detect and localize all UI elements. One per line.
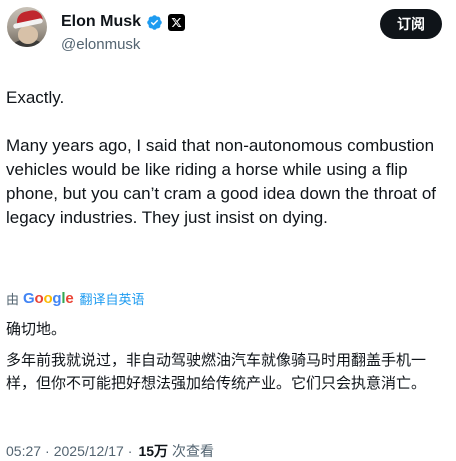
- tweet-meta: 05:27 · 2025/12/17 · 15万 次查看: [6, 442, 214, 460]
- tweet-paragraph: Many years ago, I said that non-autonomo…: [6, 136, 437, 227]
- user-handle[interactable]: @elonmusk: [61, 36, 140, 53]
- translated-paragraph: 确切地。: [6, 320, 67, 338]
- translation-attribution: 由 Google 翻译自英语: [6, 289, 145, 307]
- tweet-paragraph: Exactly.: [6, 88, 65, 107]
- post-time[interactable]: 05:27: [6, 443, 41, 459]
- views-count[interactable]: 15万: [138, 441, 168, 461]
- translated-paragraph: 多年前我就说过，非自动驾驶燃油汽车就像骑马时用翻盖手机一样，但你不可能把好想法强…: [6, 351, 427, 392]
- tweet-body: Exactly. Many years ago, I said that non…: [6, 86, 444, 230]
- avatar[interactable]: [7, 7, 47, 47]
- subscribe-button[interactable]: 订阅: [380, 9, 442, 39]
- translated-by-label: 由: [6, 291, 20, 307]
- x-logo-icon: [168, 13, 186, 31]
- translated-from-english-link[interactable]: 翻译自英语: [80, 289, 145, 308]
- meta-separator: ·: [45, 443, 50, 459]
- name-row: Elon Musk: [61, 11, 186, 33]
- views-label: 次查看: [172, 443, 215, 459]
- verified-badge-icon: [147, 14, 162, 30]
- post-date[interactable]: 2025/12/17: [54, 443, 124, 459]
- avatar-face: [18, 26, 38, 44]
- translated-text: 确切地。 多年前我就说过，非自动驾驶燃油汽车就像骑马时用翻盖手机一样，但你不可能…: [6, 318, 446, 395]
- display-name[interactable]: Elon Musk: [61, 13, 141, 31]
- google-logo: Google: [23, 289, 74, 307]
- meta-separator: ·: [127, 443, 133, 459]
- tweet-header: Elon Musk @elonmusk 订阅: [0, 0, 456, 70]
